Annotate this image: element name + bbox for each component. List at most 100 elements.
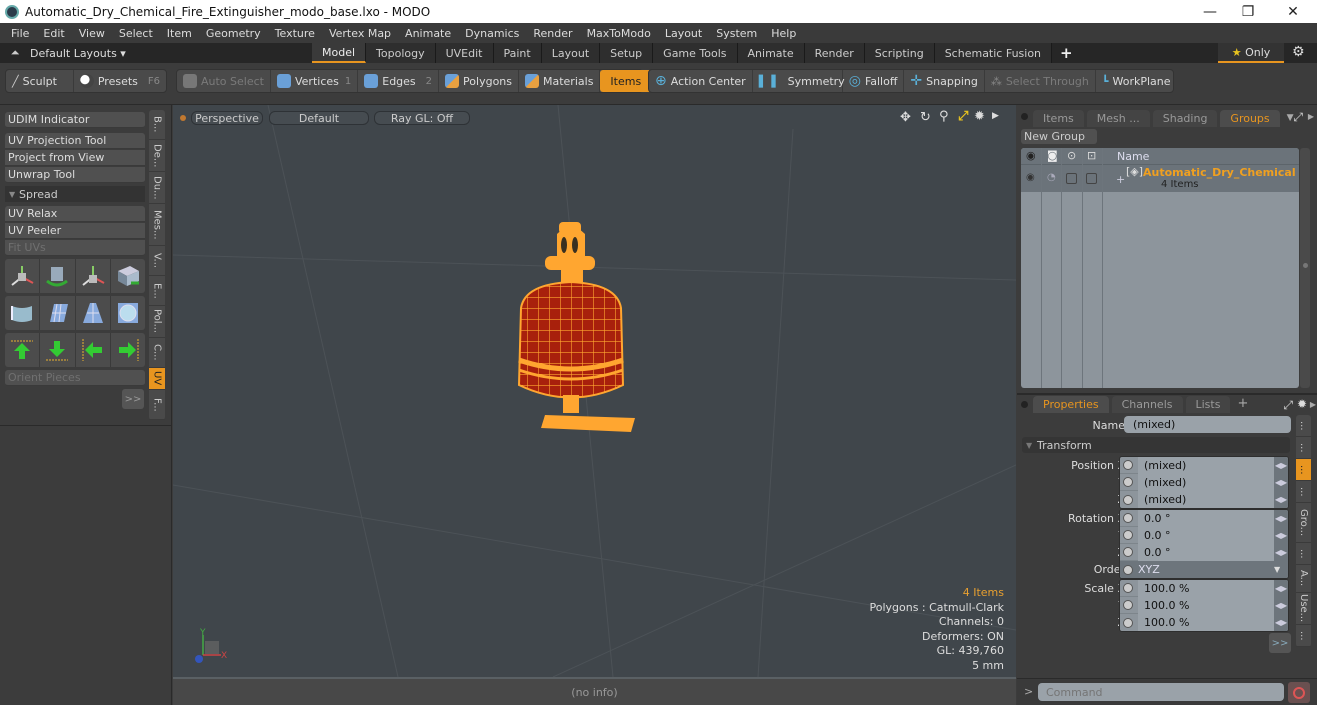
- polygons-button[interactable]: Polygons: [439, 70, 519, 92]
- slider-arrows-icon[interactable]: ◀▶: [1274, 543, 1288, 561]
- keyframe-toggle[interactable]: [1123, 530, 1133, 540]
- new-group-button[interactable]: New Group: [1021, 129, 1097, 144]
- workplane-button[interactable]: ┗ WorkPlane: [1096, 70, 1177, 92]
- uv-projection-tool-button[interactable]: UV Projection Tool: [5, 133, 145, 149]
- vtab-handle[interactable]: ...: [1296, 543, 1311, 565]
- vtab-user[interactable]: Use...: [1296, 593, 1311, 625]
- unwrap-tool-button[interactable]: Unwrap Tool: [5, 167, 145, 183]
- vtab-handle[interactable]: ...: [1296, 437, 1311, 459]
- vtab-groups[interactable]: Gro...: [1296, 503, 1311, 543]
- uv-rotate-tool[interactable]: [40, 259, 76, 293]
- pan-icon[interactable]: ✥: [900, 110, 911, 125]
- properties-arrow-icon[interactable]: ▶: [1310, 400, 1316, 409]
- tab-topology[interactable]: Topology: [366, 43, 436, 63]
- command-input[interactable]: [1038, 683, 1284, 701]
- slider-arrows-icon[interactable]: ◀▶: [1274, 614, 1288, 631]
- group-visibility-icon[interactable]: ◉: [1026, 172, 1035, 183]
- keyframe-toggle[interactable]: [1123, 564, 1133, 575]
- orient-pieces-button[interactable]: Orient Pieces: [5, 370, 145, 386]
- add-layout-tab-button[interactable]: +: [1052, 44, 1081, 62]
- perspective-dropdown[interactable]: Perspective: [191, 111, 263, 125]
- lock-column-icon[interactable]: ⊙: [1067, 149, 1076, 162]
- tab-uvedit[interactable]: UVEdit: [435, 43, 494, 63]
- menu-render[interactable]: Render: [526, 27, 579, 40]
- tab-animate[interactable]: Animate: [737, 43, 805, 63]
- tab-paint[interactable]: Paint: [493, 43, 542, 63]
- menu-geometry[interactable]: Geometry: [199, 27, 268, 40]
- tab-shading[interactable]: Shading: [1152, 110, 1218, 127]
- rotation-y-input[interactable]: 0.0 °: [1138, 526, 1274, 544]
- maximize-viewport-icon[interactable]: ⤢: [958, 109, 968, 124]
- symmetry-button[interactable]: ▌▐ Symmetry: [753, 70, 845, 92]
- more-tools-button[interactable]: >>: [122, 389, 144, 409]
- viewport-settings-gear-icon[interactable]: ✹: [974, 109, 985, 124]
- tab-channels[interactable]: Channels: [1111, 396, 1183, 413]
- vtab-polygon[interactable]: Pol...: [149, 306, 165, 338]
- default-layouts-dropdown[interactable]: Default Layouts ▾: [30, 47, 312, 60]
- position-x-input[interactable]: (mixed): [1138, 457, 1274, 474]
- presets-button[interactable]: Presets F6: [74, 70, 166, 92]
- vtab-uv[interactable]: UV: [149, 368, 165, 390]
- menu-select[interactable]: Select: [112, 27, 160, 40]
- auto-select-button[interactable]: Auto Select: [177, 70, 271, 92]
- menu-help[interactable]: Help: [764, 27, 803, 40]
- slider-arrows-icon[interactable]: ◀▶: [1274, 580, 1288, 597]
- uv-scale-tool[interactable]: [76, 259, 111, 293]
- position-z-input[interactable]: (mixed): [1138, 491, 1274, 508]
- group-name[interactable]: Automatic_Dry_Chemical ...: [1143, 166, 1299, 179]
- render-column-icon[interactable]: ◙: [1047, 149, 1058, 162]
- scale-x-input[interactable]: 100.0 %: [1138, 580, 1274, 597]
- raygl-toggle[interactable]: Ray GL: Off: [374, 111, 470, 125]
- menu-system[interactable]: System: [709, 27, 764, 40]
- tab-groups[interactable]: Groups: [1220, 110, 1280, 127]
- spread-section[interactable]: ▼ Spread: [5, 186, 145, 202]
- vtab-basic[interactable]: B...: [149, 110, 165, 140]
- close-button[interactable]: ✕: [1270, 0, 1316, 23]
- vtab-mesh-edit[interactable]: Mes...: [149, 204, 165, 246]
- zoom-view-icon[interactable]: ⚲: [939, 109, 949, 124]
- vtab-duplicate[interactable]: Du...: [149, 172, 165, 204]
- fit-uvs-button[interactable]: Fit UVs: [5, 240, 145, 256]
- expand-group-icon[interactable]: +: [1116, 173, 1125, 186]
- name-field[interactable]: (mixed): [1124, 416, 1291, 433]
- properties-gear-icon[interactable]: ✹: [1297, 397, 1307, 411]
- vtab-vertex[interactable]: V...: [149, 246, 165, 276]
- group-select-checkbox[interactable]: [1086, 173, 1097, 184]
- menu-animate[interactable]: Animate: [398, 27, 458, 40]
- materials-button[interactable]: Materials: [519, 70, 601, 92]
- slider-arrows-icon[interactable]: ◀▶: [1274, 526, 1288, 544]
- scale-y-input[interactable]: 100.0 %: [1138, 596, 1274, 614]
- vertices-button[interactable]: Vertices 1: [271, 70, 359, 92]
- falloff-button[interactable]: ◎ Falloff: [843, 70, 905, 92]
- only-toggle[interactable]: ★ Only: [1218, 43, 1284, 63]
- rotation-x-input[interactable]: 0.0 °: [1138, 510, 1274, 527]
- tab-game-tools[interactable]: Game Tools: [653, 43, 738, 63]
- tab-layout[interactable]: Layout: [541, 43, 601, 63]
- rotate-view-icon[interactable]: ↻: [920, 110, 931, 125]
- slider-arrows-icon[interactable]: ◀▶: [1274, 491, 1288, 508]
- slider-arrows-icon[interactable]: ◀▶: [1274, 510, 1288, 527]
- keyframe-toggle[interactable]: [1123, 460, 1133, 470]
- gear-icon[interactable]: ⚙: [1292, 44, 1305, 60]
- udim-indicator-button[interactable]: UDIM Indicator: [5, 112, 145, 128]
- uv-peeler-button[interactable]: UV Peeler: [5, 223, 145, 239]
- uv-mirror-tool[interactable]: [111, 259, 145, 293]
- select-through-button[interactable]: ⁂ Select Through: [985, 70, 1096, 92]
- group-row[interactable]: ◉ ◔ + [◈] Automatic_Dry_Chemical ... 4 I…: [1021, 164, 1299, 192]
- rotation-z-input[interactable]: 0.0 °: [1138, 543, 1274, 561]
- menu-item[interactable]: Item: [160, 27, 199, 40]
- vtab-properties-active[interactable]: ...: [1296, 459, 1311, 481]
- tab-setup[interactable]: Setup: [600, 43, 654, 63]
- keyframe-toggle[interactable]: [1123, 494, 1133, 505]
- vtab-curve[interactable]: C...: [149, 338, 165, 368]
- dropdown-arrow-icon[interactable]: ▼: [1274, 565, 1288, 574]
- keyframe-toggle[interactable]: [1123, 547, 1133, 557]
- transform-section[interactable]: ▼ Transform: [1022, 437, 1290, 453]
- vtab-deform[interactable]: De...: [149, 140, 165, 172]
- vtab-handle[interactable]: ...: [1296, 481, 1311, 503]
- panel-options-dot[interactable]: [1021, 113, 1028, 120]
- keyframe-toggle[interactable]: [1123, 513, 1133, 523]
- sculpt-button[interactable]: ╱ Sculpt: [6, 70, 74, 92]
- uv-align-up[interactable]: [5, 333, 41, 367]
- add-tab-button[interactable]: +: [1237, 396, 1248, 411]
